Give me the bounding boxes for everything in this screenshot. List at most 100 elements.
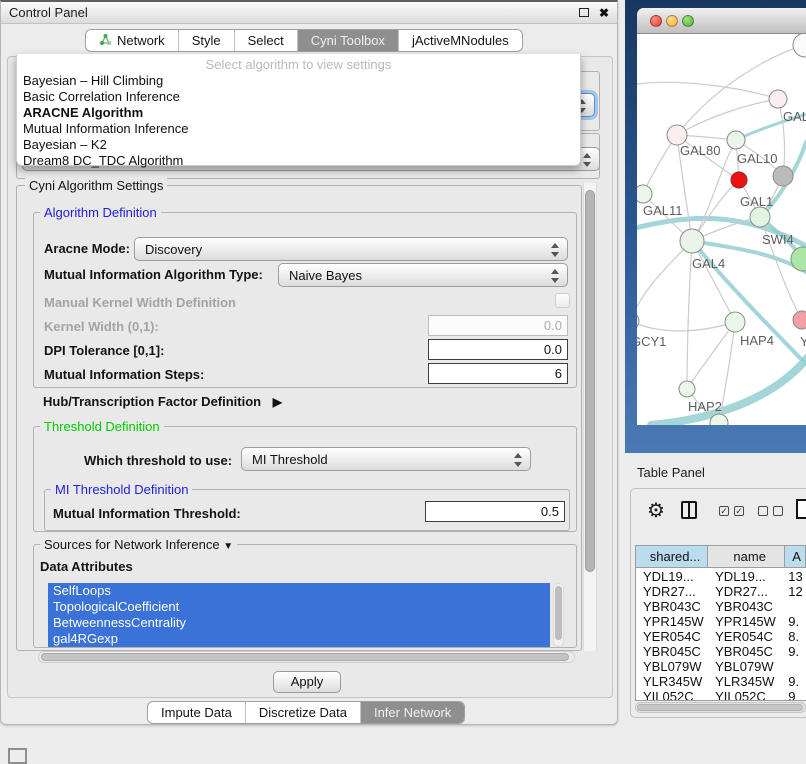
mi-threshold-group: MI Threshold Definition Mutual Informati… (44, 489, 570, 531)
cell: YDL19... (636, 569, 708, 584)
settings-vertical-scrollbar[interactable] (583, 183, 597, 651)
mi-threshold-field[interactable]: 0.5 (425, 501, 565, 522)
network-node[interactable] (731, 172, 747, 188)
control-panel-titlebar: Control Panel ✖ (1, 2, 617, 24)
table-row[interactable]: YIL052CYIL052C9 (636, 689, 806, 701)
table-panel-title: Table Panel (637, 465, 705, 480)
table-row[interactable]: YLR345WYLR345W9. (636, 674, 806, 689)
cell (785, 659, 806, 674)
document-icon[interactable] (796, 499, 806, 519)
table-row[interactable]: YPR145WYPR145W9. (636, 614, 806, 629)
gear-icon[interactable]: ⚙ (647, 498, 665, 523)
table-row[interactable]: YDL19...YDL19...13 (636, 569, 806, 584)
network-node[interactable] (679, 381, 695, 397)
combo-arrows-icon (551, 268, 559, 284)
dpi-tolerance-field[interactable]: 0.0 (428, 339, 568, 360)
scrollbar-thumb[interactable] (585, 190, 595, 572)
network-node[interactable] (750, 207, 770, 227)
attribute-item-betweennesscentrality[interactable]: BetweennessCentrality (48, 615, 550, 631)
columns-icon[interactable] (681, 501, 697, 519)
network-node[interactable] (793, 311, 806, 329)
minimize-traffic-light[interactable] (666, 15, 678, 27)
algorithm-option-aracne-algorithm[interactable]: ARACNE Algorithm (17, 105, 580, 121)
network-node[interactable] (637, 313, 639, 329)
zoom-traffic-light[interactable] (682, 15, 694, 27)
network-window: GALGAL80GAL10GAL1GAL11GAL4SWI4GCY1HAP4YH… (637, 8, 806, 425)
tab-label: jActiveMNodules (412, 33, 509, 48)
table-row[interactable]: YBR043CYBR043C (636, 599, 806, 614)
network-node[interactable] (725, 312, 745, 332)
kernel-width-field[interactable]: 0.0 (428, 315, 568, 336)
table-horizontal-scrollbar[interactable] (635, 702, 806, 713)
aracne-mode-combo[interactable]: Discovery (134, 237, 568, 261)
bottom-tab-impute-data[interactable]: Impute Data (148, 702, 245, 723)
table-row[interactable]: YDR27...YDR27...12 (636, 584, 806, 599)
manual-kernel-checkbox[interactable] (555, 293, 570, 308)
network-node[interactable] (791, 247, 806, 271)
close-traffic-light[interactable] (650, 15, 662, 27)
algorithm-dropdown-list: Select algorithm to view settings Bayesi… (16, 54, 581, 166)
cell: YPR145W (636, 614, 708, 629)
network-window-titlebar[interactable] (637, 8, 806, 34)
bottom-tab-discretize-data[interactable]: Discretize Data (245, 702, 360, 723)
table-panel: ⚙ ✓✓ shared...nameA YDL19...YDL19...13YD… (630, 488, 806, 718)
algorithm-option-bayesian-hill-climbing[interactable]: Bayesian – Hill Climbing (17, 73, 580, 89)
attribute-item-gal4rgexp[interactable]: gal4RGexp (48, 631, 550, 647)
hub-definition-expander[interactable]: Hub/Transcription Factor Definition ▶ (43, 394, 282, 409)
algorithm-option-basic-correlation-inference[interactable]: Basic Correlation Inference (17, 89, 580, 105)
tab-style[interactable]: Style (178, 30, 234, 51)
network-node[interactable] (667, 125, 687, 145)
cell: YER054C (708, 629, 785, 644)
mi-type-combo[interactable]: Naive Bayes (278, 263, 568, 287)
tab-jactivemnodules[interactable]: jActiveMNodules (398, 30, 522, 51)
network-node[interactable] (793, 34, 806, 57)
node-label-swi4: SWI4 (762, 232, 794, 247)
table-row[interactable]: YER054CYER054C8. (636, 629, 806, 644)
checked-pair-icon[interactable]: ✓✓ (719, 506, 744, 516)
attribute-item-topologicalcoefficient[interactable]: TopologicalCoefficient (48, 599, 550, 615)
which-threshold-combo[interactable]: MI Threshold (241, 447, 531, 471)
bottom-tab-label: Discretize Data (259, 705, 347, 720)
apply-button[interactable]: Apply (273, 671, 341, 693)
scrollbar-thumb[interactable] (41, 653, 569, 661)
tab-network[interactable]: Network (86, 30, 178, 51)
mi-steps-field[interactable]: 6 (428, 363, 568, 384)
settings-horizontal-scrollbar[interactable] (38, 651, 575, 663)
aracne-mode-label: Aracne Mode: (44, 241, 130, 256)
column-header-name[interactable]: name (708, 546, 785, 567)
algorithm-definition-group: Algorithm Definition Aracne Mode: Discov… (33, 212, 577, 388)
network-node[interactable] (727, 131, 745, 149)
network-node[interactable] (680, 229, 704, 253)
sources-group-title[interactable]: Sources for Network Inference ▼ (40, 537, 237, 552)
network-node[interactable] (769, 90, 787, 108)
which-threshold-value: MI Threshold (252, 452, 328, 467)
attribute-item-selfloops[interactable]: SelfLoops (48, 583, 550, 599)
algorithm-option-mutual-information-inference[interactable]: Mutual Information Inference (17, 121, 580, 137)
tab-cyni-toolbox[interactable]: Cyni Toolbox (297, 30, 398, 51)
mi-threshold-group-title: MI Threshold Definition (51, 482, 192, 497)
unchecked-pair-icon[interactable] (758, 506, 783, 516)
network-node[interactable] (637, 185, 652, 203)
network-node[interactable] (773, 166, 793, 186)
tab-label: Style (192, 33, 221, 48)
column-header-a[interactable]: A (785, 546, 806, 567)
close-icon[interactable]: ✖ (599, 8, 609, 18)
cell: YBR045C (708, 644, 785, 659)
dpi-tolerance-label: DPI Tolerance [0,1]: (44, 343, 164, 358)
table-row[interactable]: YBL079WYBL079W (636, 659, 806, 674)
network-graph: GALGAL80GAL10GAL1GAL11GAL4SWI4GCY1HAP4YH… (637, 34, 806, 425)
scrollbar-thumb[interactable] (637, 704, 803, 711)
cell: 13 (785, 569, 806, 584)
algorithm-option-dream8-dc-tdc-algorithm[interactable]: Dream8 DC_TDC Algorithm (17, 153, 580, 169)
node-label-y: Y (800, 334, 806, 349)
scrollbar-thumb[interactable] (555, 586, 562, 640)
table-row[interactable]: YBR045CYBR045C9. (636, 644, 806, 659)
attributes-list-scrollbar[interactable] (553, 583, 564, 647)
bottom-tab-infer-network[interactable]: Infer Network (360, 702, 464, 723)
column-header-shared-[interactable]: shared... (636, 546, 708, 567)
algorithm-option-bayesian-k2[interactable]: Bayesian – K2 (17, 137, 580, 153)
tab-select[interactable]: Select (234, 30, 297, 51)
float-icon[interactable] (579, 8, 589, 17)
network-canvas[interactable]: GALGAL80GAL10GAL1GAL11GAL4SWI4GCY1HAP4YH… (637, 34, 806, 425)
table-header: shared...nameA (636, 546, 806, 568)
